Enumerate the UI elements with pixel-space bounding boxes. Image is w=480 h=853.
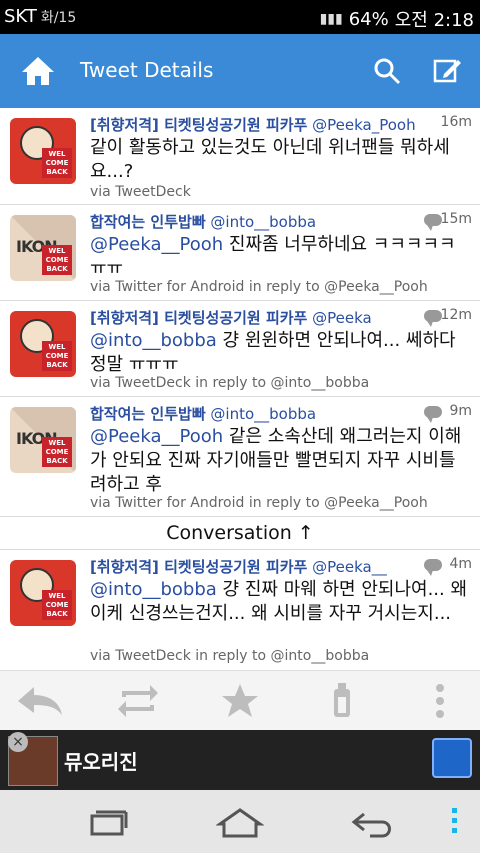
tweet-mention[interactable]: @Peeka__Pooh xyxy=(90,234,223,255)
conversation-toggle[interactable]: Conversation ↑ xyxy=(0,517,480,550)
tweet-header: 합작여는 인투밥빠 @into__bobba xyxy=(90,211,436,232)
home-nav-icon[interactable] xyxy=(216,808,264,838)
tweet-username[interactable]: [취향저격] 티켓팅성공기원 피카푸 xyxy=(90,116,307,134)
tweet-source: via TweetDeck in reply to @into__bobba xyxy=(90,648,370,664)
tweet-text: 같이 활동하고 있는것도 아닌데 위너팬들 뭐하세요...? xyxy=(90,136,470,184)
signal-icon: ▮▮▮ xyxy=(319,11,343,27)
ad-banner[interactable]: × 뮤오리진 xyxy=(0,730,480,790)
tweet-text: @into__bobba 걍 진짜 마웨 하면 안되나여... 왜 이케 신경쓰… xyxy=(90,578,470,626)
tweet-header: [취향저격] 티켓팅성공기원 피카푸 @Peeka_Pooh xyxy=(90,114,436,135)
tweet-username[interactable]: [취향저격] 티켓팅성공기원 피카푸 xyxy=(90,309,307,327)
share-icon[interactable] xyxy=(316,683,368,719)
tweet-item[interactable]: IKON WEL COME BACK 합작여는 인투밥빠 @into__bobb… xyxy=(0,397,480,517)
tweet-item[interactable]: WEL COME BACK [취향저격] 티켓팅성공기원 피카푸 @Peeka_… xyxy=(0,108,480,205)
ad-close-button[interactable]: × xyxy=(8,732,28,752)
avatar[interactable]: WEL COME BACK xyxy=(10,311,76,377)
tweet-username[interactable]: [취향저격] 티켓팅성공기원 피카푸 xyxy=(90,558,307,576)
reply-icon[interactable] xyxy=(14,683,66,719)
avatar-badge-text: WEL COME BACK xyxy=(42,148,72,178)
star-icon[interactable] xyxy=(214,683,266,719)
tweet-action-bar xyxy=(0,670,480,731)
tweet-handle[interactable]: @Peeka_Pooh xyxy=(312,116,415,134)
tweet-header: [취향저격] 티켓팅성공기원 피카푸 @Peeka xyxy=(90,307,436,328)
tweet-item[interactable]: WEL COME BACK [취향저격] 티켓팅성공기원 피카푸 @Peeka … xyxy=(0,301,480,397)
avatar-badge-text: WEL COME BACK xyxy=(42,590,72,620)
search-icon[interactable] xyxy=(372,56,402,86)
status-bar: SKT 화/15 ▮▮▮ 64% 오전 2:18 xyxy=(0,0,480,34)
tweet-text: @Peeka__Pooh 같은 소속산데 왜그러는지 이해가 안되요 진짜 자기… xyxy=(90,425,470,497)
tweet-time: 16m xyxy=(440,114,472,130)
home-icon[interactable] xyxy=(20,54,56,88)
tweet-text: @Peeka__Pooh 진짜좀 너무하네요 ㅋㅋㅋㅋㅋ ㅠㅠ xyxy=(90,233,470,281)
tweet-handle[interactable]: @Peeka__ xyxy=(312,558,387,576)
tweet-mention[interactable]: @Peeka__Pooh xyxy=(90,426,223,447)
ad-install-icon[interactable] xyxy=(432,738,472,778)
avatar[interactable]: IKON WEL COME BACK xyxy=(10,215,76,281)
tweet-source: via Twitter for Android in reply to @Pee… xyxy=(90,279,428,295)
tweet-handle[interactable]: @Peeka xyxy=(312,309,372,327)
back-nav-icon[interactable] xyxy=(350,808,394,838)
tweet-username[interactable]: 합작여는 인투밥빠 xyxy=(90,405,206,423)
reply-bubble-icon xyxy=(424,214,442,231)
battery-label: 64% xyxy=(348,8,389,30)
reply-bubble-icon xyxy=(424,559,442,576)
avatar-badge-text: WEL COME BACK xyxy=(42,341,72,371)
avatar[interactable]: WEL COME BACK xyxy=(10,560,76,626)
tweet-time: 9m xyxy=(449,403,472,419)
avatar[interactable]: WEL COME BACK xyxy=(10,118,76,184)
tweet-time: 4m xyxy=(449,556,472,572)
tweet-header: [취향저격] 티켓팅성공기원 피카푸 @Peeka__ xyxy=(90,556,436,577)
carrier-label: SKT xyxy=(4,6,37,27)
avatar-badge-text: WEL COME BACK xyxy=(42,437,72,467)
page-title: Tweet Details xyxy=(80,58,214,82)
tweet-text: @into__bobba 걍 윈윈하면 안되나여... 쎄하다 정말 ㅠㅠㅠ xyxy=(90,329,470,377)
app-bar: Tweet Details xyxy=(0,34,480,108)
tweet-header: 합작여는 인투밥빠 @into__bobba xyxy=(90,403,436,424)
system-nav-bar xyxy=(0,790,480,853)
avatar[interactable]: IKON WEL COME BACK xyxy=(10,407,76,473)
ad-title[interactable]: 뮤오리진 xyxy=(64,746,138,775)
tweet-item[interactable]: IKON WEL COME BACK 합작여는 인투밥빠 @into__bobb… xyxy=(0,205,480,301)
clock-label: 오전 2:18 xyxy=(394,10,474,31)
tweet-list[interactable]: WEL COME BACK [취향저격] 티켓팅성공기원 피카푸 @Peeka_… xyxy=(0,108,480,670)
tweet-item[interactable]: WEL COME BACK [취향저격] 티켓팅성공기원 피카푸 @Peeka_… xyxy=(0,550,480,670)
compose-icon[interactable] xyxy=(432,56,462,86)
tweet-source: via Twitter for Android in reply to @Pee… xyxy=(90,495,428,511)
avatar-badge-text: WEL COME BACK xyxy=(42,245,72,275)
tweet-time: 15m xyxy=(440,211,472,227)
retweet-icon[interactable] xyxy=(112,683,164,719)
more-icon[interactable] xyxy=(414,683,466,719)
tweet-mention[interactable]: @into__bobba xyxy=(90,330,217,351)
tweet-text-content: 같이 활동하고 있는것도 아닌데 위너팬들 뭐하세요...? xyxy=(90,137,450,182)
tweet-source: via TweetDeck xyxy=(90,184,191,200)
recent-apps-icon[interactable] xyxy=(86,808,130,838)
tweet-mention[interactable]: @into__bobba xyxy=(90,579,217,600)
tweet-time: 12m xyxy=(440,307,472,323)
tweet-handle[interactable]: @into__bobba xyxy=(210,213,316,231)
date-badge: 화/15 xyxy=(40,9,77,26)
reply-bubble-icon xyxy=(424,406,442,423)
tweet-username[interactable]: 합작여는 인투밥빠 xyxy=(90,213,206,231)
menu-dots-icon[interactable] xyxy=(452,808,458,834)
tweet-handle[interactable]: @into__bobba xyxy=(210,405,316,423)
tweet-source: via TweetDeck in reply to @into__bobba xyxy=(90,375,370,391)
reply-bubble-icon xyxy=(424,310,442,327)
